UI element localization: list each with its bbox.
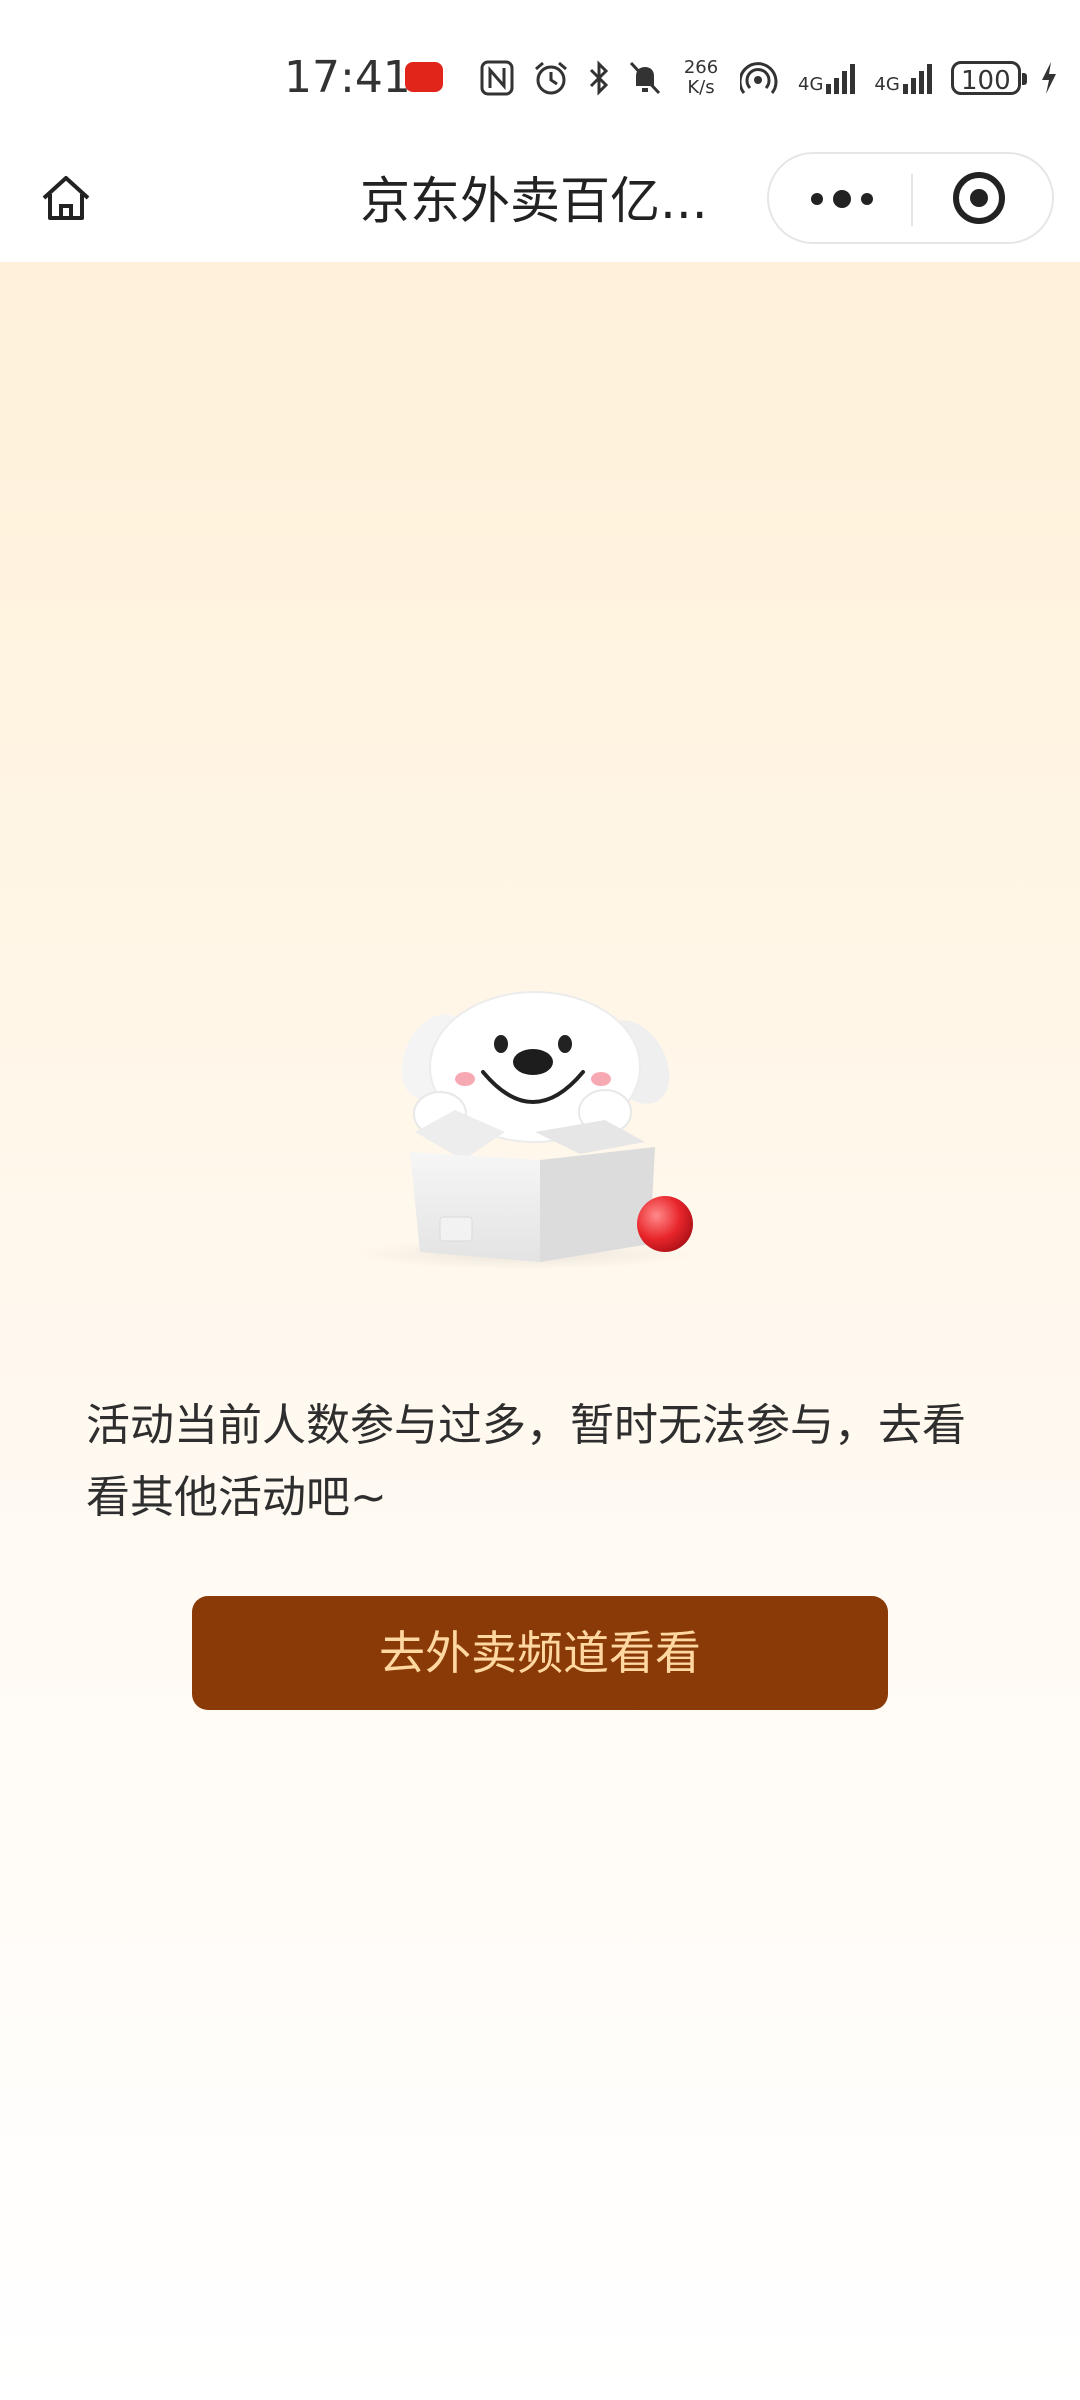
hotspot-icon [740,62,778,94]
more-button[interactable] [769,154,911,242]
status-icons: 266 K/s 4G 4G 100 [480,56,1059,100]
go-takeout-channel-button[interactable]: 去外卖频道看看 [192,1596,888,1710]
signal-1: 4G [798,62,856,94]
home-icon[interactable] [36,168,96,228]
page-title: 京东外卖百亿... [360,172,708,230]
error-message: 活动当前人数参与过多，暂时无法参与，去看看其他活动吧~ [86,1400,966,1523]
status-bar: 17:41 266 K/s 4G 4G 100 [0,0,1080,150]
charging-icon [1041,62,1056,94]
capsule-menu [767,152,1054,244]
mute-icon [629,61,661,95]
battery-icon: 100 [950,61,1027,96]
signal-icon [826,64,856,94]
close-button[interactable] [913,154,1054,242]
signal-2: 4G [874,62,932,94]
more-icon [811,190,873,208]
status-time: 17:41 [284,52,411,103]
main-content: 活动当前人数参与过多，暂时无法参与，去看看其他活动吧~ 去外卖频道看看 [0,262,1080,2400]
alarm-icon [535,61,567,95]
app-notification-icon [405,62,443,92]
title-bar: 京东外卖百亿... [0,150,1080,262]
signal-icon [902,64,932,94]
nfc-icon [480,60,514,96]
bluetooth-icon [589,60,609,96]
joy-dog-box-illustration [355,991,695,1270]
close-target-icon [953,172,1005,224]
net-speed: 266 K/s [683,57,719,98]
